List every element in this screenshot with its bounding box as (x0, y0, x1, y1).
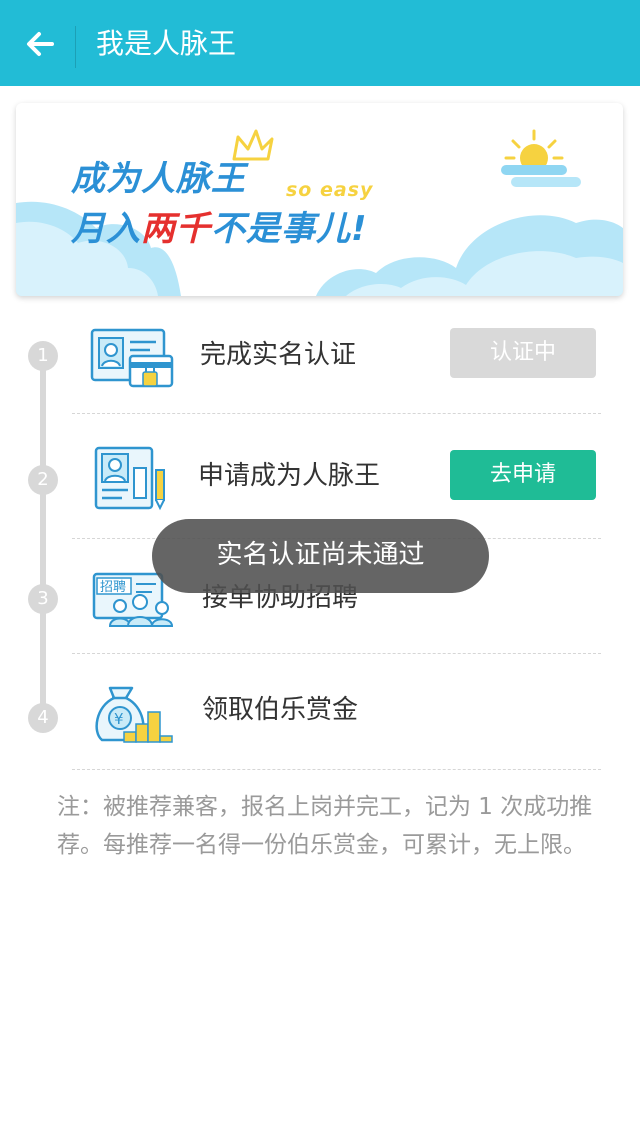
step-divider (72, 769, 601, 770)
timeline-line (40, 356, 46, 718)
step-divider (72, 413, 601, 414)
resume-pencil-icon (94, 446, 165, 511)
step-label: 领取伯乐赏金 (202, 695, 359, 725)
banner-tagline: so easy (286, 179, 374, 201)
svg-text:¥: ¥ (114, 710, 124, 728)
banner-subheadline: 月入两千不是事儿! (71, 209, 368, 249)
verifying-button[interactable]: 认证中 (450, 328, 596, 378)
app-bar: 我是人脉王 (0, 0, 640, 86)
sun-icon (501, 129, 581, 187)
banner-headline: 成为人脉王 (71, 159, 246, 199)
appbar-divider (75, 26, 76, 68)
back-button[interactable] (18, 22, 62, 66)
promo-banner: 成为人脉王 so easy 月入两千不是事儿! (16, 103, 623, 296)
step-number: 4 (28, 703, 58, 733)
apply-button[interactable]: 去申请 (450, 450, 596, 500)
toast-message: 实名认证尚未通过 (152, 519, 489, 593)
money-bag-coins-icon: ¥ (95, 686, 173, 743)
step-number: 1 (28, 341, 58, 371)
page-title: 我是人脉王 (96, 27, 237, 60)
svg-text:招聘: 招聘 (100, 580, 126, 595)
step-number: 3 (28, 584, 58, 614)
arrow-left-icon (27, 32, 54, 56)
step-divider (72, 653, 601, 654)
step-number: 2 (28, 465, 58, 495)
reward-note: 注：被推荐兼客，报名上岗并完工，记为 1 次成功推荐。每推荐一名得一份伯乐赏金，… (57, 794, 593, 858)
id-card-lock-icon (90, 328, 174, 388)
step-label: 申请成为人脉王 (198, 461, 381, 491)
step-label: 完成实名认证 (200, 340, 357, 370)
